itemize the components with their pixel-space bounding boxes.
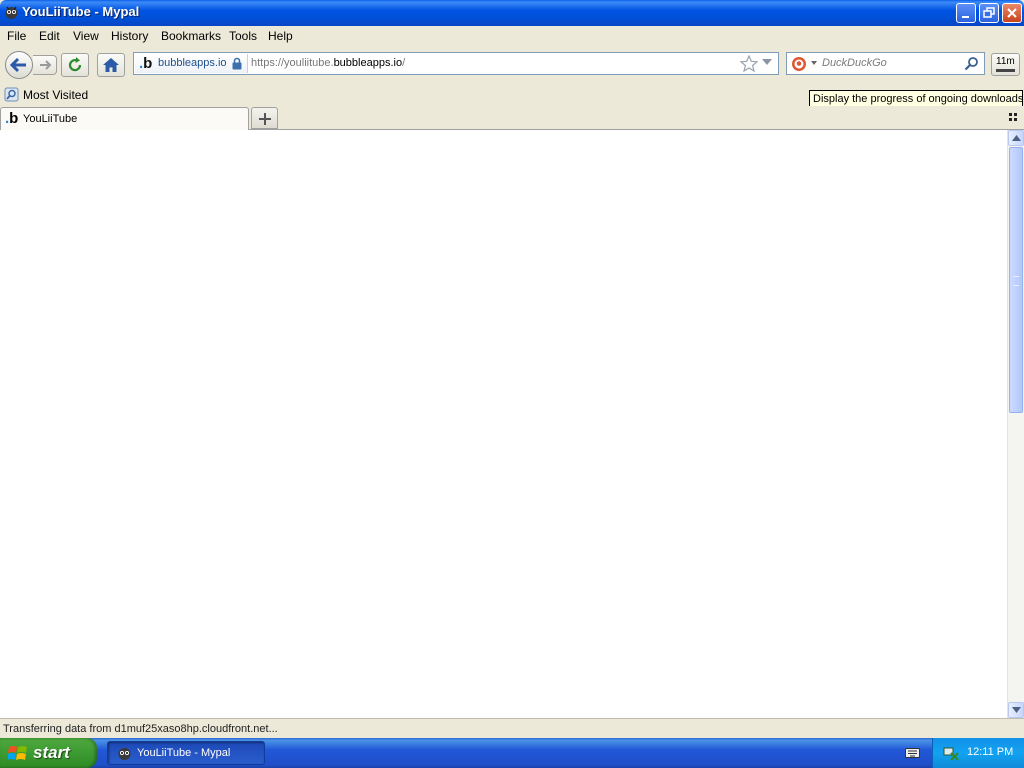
bookmark-star-icon[interactable]: [740, 55, 758, 72]
search-bar[interactable]: DuckDuckGo: [786, 52, 985, 75]
downloads-time-left: 11m: [996, 56, 1015, 67]
back-arrow-icon: [10, 57, 26, 73]
search-icon[interactable]: [964, 56, 979, 71]
menu-edit[interactable]: Edit: [39, 29, 60, 43]
tab-youliitube[interactable]: .b YouLiiTube: [0, 107, 249, 130]
identity-domain: bubbleapps.io: [158, 57, 227, 69]
menu-bar: File Edit View History Bookmarks Tools H…: [0, 26, 1024, 46]
restore-button[interactable]: [979, 3, 999, 23]
menu-help[interactable]: Help: [268, 29, 293, 43]
site-identity-button[interactable]: .b bubbleapps.io: [135, 54, 248, 73]
search-input[interactable]: DuckDuckGo: [822, 57, 887, 69]
window-title: YouLiiTube - Mypal: [22, 4, 140, 19]
taskbar-item-mypal[interactable]: YouLiiTube - Mypal: [107, 741, 265, 765]
menu-history[interactable]: History: [111, 29, 148, 43]
chevron-down-icon: [1012, 707, 1021, 713]
reload-button[interactable]: [61, 53, 89, 77]
engine-dropdown-icon[interactable]: [811, 61, 817, 65]
system-tray: 12:11 PM: [932, 738, 1024, 768]
restore-icon: [983, 7, 995, 18]
start-label: start: [33, 743, 70, 762]
forward-arrow-icon: [40, 60, 52, 70]
windows-taskbar: start YouLiiTube - Mypal 12:11 PM: [0, 738, 1024, 768]
reload-icon: [68, 57, 82, 72]
list-all-tabs-icon[interactable]: [1009, 113, 1018, 122]
minimize-icon: [962, 16, 969, 18]
lock-icon: [232, 57, 242, 70]
plus-icon: [259, 113, 271, 125]
url-dropdown-icon[interactable]: [762, 59, 772, 66]
home-icon: [103, 58, 119, 72]
thumb-grip: [1013, 276, 1019, 286]
clock[interactable]: 12:11 PM: [967, 746, 1013, 758]
tab-favicon: .b: [5, 110, 19, 127]
mypal-app-icon: [4, 5, 19, 20]
new-tab-button[interactable]: [251, 107, 278, 129]
home-button[interactable]: [97, 53, 125, 77]
status-bar: Transferring data from d1muf25xaso8hp.cl…: [0, 718, 1024, 738]
most-visited-folder[interactable]: Most Visited: [23, 88, 88, 102]
menu-file[interactable]: File: [7, 29, 26, 43]
downloads-button[interactable]: 11m: [991, 53, 1020, 76]
vertical-scrollbar[interactable]: [1007, 130, 1024, 718]
bubble-favicon: .b: [139, 55, 153, 72]
windows-logo-icon: [8, 746, 27, 760]
start-button[interactable]: start: [0, 738, 97, 768]
tab-label: YouLiiTube: [23, 113, 78, 125]
close-icon: [1007, 8, 1017, 18]
close-button[interactable]: [1002, 3, 1022, 23]
url-bar[interactable]: .b bubbleapps.io https://youliitube.bubb…: [133, 52, 779, 75]
menu-bookmarks[interactable]: Bookmarks: [161, 29, 221, 43]
keyboard-icon[interactable]: [905, 747, 920, 759]
status-text: Transferring data from d1muf25xaso8hp.cl…: [3, 723, 278, 735]
menu-tools[interactable]: Tools: [229, 29, 257, 43]
forward-button[interactable]: [33, 55, 57, 75]
navigation-toolbar: .b bubbleapps.io https://youliitube.bubb…: [0, 46, 1024, 84]
scroll-up-button[interactable]: [1008, 130, 1024, 146]
scrollbar-thumb[interactable]: [1009, 147, 1023, 413]
scroll-down-button[interactable]: [1008, 702, 1024, 718]
taskbar-item-label: YouLiiTube - Mypal: [137, 747, 231, 759]
tab-strip: .b YouLiiTube: [0, 106, 1024, 130]
downloads-progress-bar: [996, 69, 1015, 72]
page-content[interactable]: [0, 130, 1007, 718]
menu-view[interactable]: View: [73, 29, 99, 43]
chevron-up-icon: [1012, 135, 1021, 141]
network-icon[interactable]: [943, 745, 959, 761]
window-titlebar[interactable]: YouLiiTube - Mypal: [0, 0, 1024, 26]
url-text[interactable]: https://youliitube.bubbleapps.io/: [251, 57, 405, 69]
back-button[interactable]: [5, 51, 33, 79]
mypal-task-icon: [118, 748, 131, 760]
most-visited-icon: [4, 87, 19, 102]
minimize-button[interactable]: [956, 3, 976, 23]
duckduckgo-icon[interactable]: [791, 56, 807, 72]
